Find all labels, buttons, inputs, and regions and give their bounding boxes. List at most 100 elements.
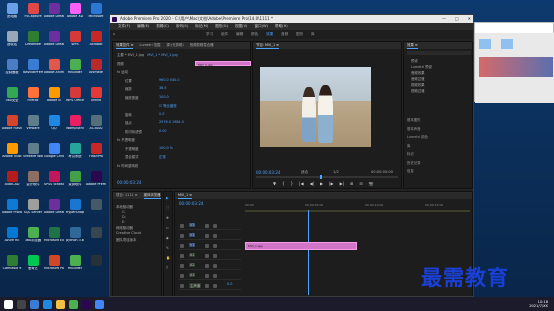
effects-search-input[interactable] <box>407 51 471 55</box>
desktop-icon[interactable]: python 3.6 <box>65 226 85 252</box>
desktop-icon[interactable]: VMware <box>23 114 43 140</box>
tool-button[interactable]: ⇔ <box>166 226 169 230</box>
effects-folder[interactable]: 预设 <box>411 58 418 63</box>
menu-item[interactable]: 剪辑(C) <box>156 23 169 30</box>
effect-clip-bar[interactable]: MVI_1.jpg <box>195 61 251 67</box>
panel-link[interactable]: 标记 <box>407 151 414 156</box>
minimize-button[interactable]: — <box>442 15 446 23</box>
mute-icon[interactable] <box>213 264 217 268</box>
panel-link[interactable]: 基本图形 <box>407 117 421 122</box>
track-header[interactable]: A2 <box>179 262 241 270</box>
tab-program[interactable]: 节目: MVI_1 ≡ <box>256 42 280 49</box>
mute-icon[interactable] <box>213 284 217 288</box>
desktop-icon[interactable]: SQL Server <box>23 198 43 224</box>
mute-icon[interactable] <box>213 224 217 228</box>
property-value[interactable]: 100.0 <box>159 95 169 99</box>
transport-button[interactable]: 📷 <box>369 181 374 186</box>
program-timecode[interactable]: 00:00:03:24 <box>256 170 280 175</box>
mute-icon[interactable] <box>213 244 217 248</box>
effect-property-row[interactable]: 不透明度 100.0 % <box>125 146 173 151</box>
desktop-icon[interactable]: Adobe Illust <box>2 142 22 168</box>
master-level[interactable]: 0.0 <box>227 282 232 286</box>
work-area-bar[interactable] <box>245 210 470 212</box>
desktop-icon[interactable]: Adobe Dream <box>44 198 64 224</box>
transport-button[interactable]: ⊞ <box>350 181 353 186</box>
effect-property-row[interactable]: 旋转 0.0 <box>125 112 164 117</box>
panel-tab[interactable]: 源:(无剪辑) <box>166 42 183 49</box>
desktop-icon[interactable] <box>86 254 106 280</box>
menu-item[interactable]: 编辑(E) <box>137 23 149 30</box>
chrome-icon[interactable] <box>95 299 104 309</box>
effect-property-row[interactable]: 位置 960.0 540.0 <box>125 78 180 83</box>
transport-button[interactable]: ▶ <box>320 181 323 186</box>
menu-item[interactable]: 帮助(H) <box>275 23 288 30</box>
mute-icon[interactable] <box>213 274 217 278</box>
workspace-tab[interactable]: 编辑 <box>236 30 243 39</box>
transport-button[interactable]: { <box>282 181 285 186</box>
effects-folder[interactable]: 视频效果 <box>411 82 425 87</box>
drive-item[interactable]: E: <box>122 220 125 224</box>
desktop-icon[interactable]: FSCapture <box>23 2 43 28</box>
tool-button[interactable]: T <box>166 266 168 270</box>
menu-item[interactable]: 窗口(W) <box>254 23 268 30</box>
playhead-marker[interactable] <box>320 175 322 179</box>
desktop-icon[interactable]: Adobe Anim <box>44 58 64 84</box>
menu-item[interactable]: 文件(F) <box>118 23 130 30</box>
lock-icon[interactable] <box>180 264 184 268</box>
panel-link[interactable]: 基本声音 <box>407 126 421 131</box>
property-value[interactable]: 960.0 540.0 <box>159 78 180 82</box>
premiere-window[interactable]: Adobe Premiere Pro 2020 - C:\用户\Mac\文档\A… <box>109 14 474 297</box>
workspace-tab[interactable]: 库 <box>311 30 315 39</box>
menu-item[interactable]: 序列(S) <box>176 23 188 30</box>
clock-date[interactable]: 2021/7/XX <box>529 304 548 308</box>
transport-button[interactable]: } <box>291 181 294 186</box>
lock-icon[interactable] <box>180 244 184 248</box>
desktop-icon[interactable]: Google Chrome <box>44 142 64 168</box>
effect-property-row[interactable]: 缩放宽度 100.0 <box>125 95 169 100</box>
desktop-icon[interactable]: HBuilder <box>65 58 85 84</box>
desktop-icon[interactable]: AC3000 <box>86 114 106 140</box>
mute-icon[interactable] <box>213 254 217 258</box>
effect-controls-panel[interactable]: 效果控件 ≡ Lumetri 范围 源:(无剪辑) 音频剪辑混合器 主要 * MVI_… <box>112 41 251 189</box>
eye-icon[interactable] <box>205 264 209 268</box>
effects-folder[interactable]: 音频效果 <box>411 70 425 75</box>
desktop-icon[interactable]: 360浏览器 <box>23 226 43 252</box>
desktop-icon[interactable]: QQ <box>44 114 64 140</box>
eye-icon[interactable] <box>205 274 209 278</box>
time-ruler[interactable]: 00:00 00:00:05:00 00:00:10:00 00:00:15:00 <box>245 203 470 209</box>
workspace-tab[interactable]: 组件 <box>221 30 228 39</box>
desktop-icon[interactable]: Adobe Flash <box>2 114 22 140</box>
track-header[interactable]: V2 <box>179 232 241 240</box>
panel-link[interactable]: 历史记录 <box>407 160 421 165</box>
timeline-timecode[interactable]: 00:00:03:24 <box>179 201 203 206</box>
eye-icon[interactable] <box>205 224 209 228</box>
property-value[interactable]: 36.5 <box>159 86 167 90</box>
browser-item[interactable]: Creative Cloud <box>116 231 141 235</box>
desktop-icon[interactable]: 此电脑 <box>2 2 22 28</box>
workspace-tab[interactable]: 学习 <box>206 30 213 39</box>
explorer-icon[interactable] <box>56 299 65 309</box>
project-panel[interactable]: 项目: 1111 ≡ 媒体浏览器 本地驱动器 C: D: E: 网络驱动器 Creative… <box>112 191 162 296</box>
property-value[interactable]: ☑ 等比缩放 <box>159 103 177 108</box>
desktop-icon[interactable]: 回收站 <box>2 30 22 56</box>
desktop-icon[interactable]: 会计软件 <box>23 170 43 196</box>
desktop-icon[interactable]: AutoCAD <box>2 170 22 196</box>
home-icon[interactable]: ⌂ <box>113 30 115 39</box>
start-icon[interactable] <box>4 299 13 309</box>
eye-icon[interactable] <box>205 244 209 248</box>
timeline-clip[interactable]: MVI_1.jpg <box>245 242 357 250</box>
panel-tab[interactable]: 音频剪辑混合器 <box>190 42 214 49</box>
panel-link[interactable]: Lumetri 颜色 <box>407 134 428 139</box>
panel-tab[interactable]: 效果控件 ≡ <box>116 42 134 49</box>
tool-button[interactable]: ✎ <box>166 246 169 250</box>
desktop-icon[interactable]: Firefox <box>23 86 43 112</box>
property-value[interactable]: 正常 <box>159 154 166 159</box>
panel-tab[interactable]: 媒体浏览器 <box>143 192 161 199</box>
desktop-icon[interactable]: FlashPro <box>86 142 106 168</box>
folder-icon[interactable] <box>479 39 491 49</box>
workspace-tab[interactable]: 颜色 <box>251 30 258 39</box>
desktop-icon[interactable]: Adobe Premie <box>86 170 106 196</box>
lock-icon[interactable] <box>180 234 184 238</box>
quality-dropdown[interactable]: 1/2 <box>333 170 339 174</box>
panel-tab[interactable]: 效果 ≡ <box>407 42 418 49</box>
